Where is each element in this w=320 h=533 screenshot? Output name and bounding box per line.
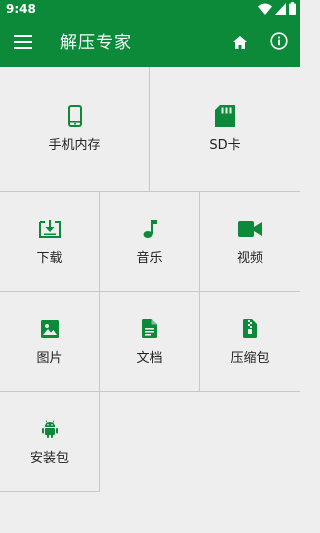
wifi-icon [258, 0, 272, 19]
sd-card-icon [215, 104, 235, 128]
home-icon [233, 34, 247, 53]
video-camera-icon [238, 217, 262, 241]
category-music[interactable]: 音乐 [100, 192, 200, 292]
signal-icon [275, 0, 286, 19]
zip-archive-icon [243, 317, 257, 341]
battery-icon [289, 0, 296, 19]
document-icon [142, 317, 157, 341]
category-label: 音乐 [136, 250, 163, 266]
status-bar: 9:48 [0, 0, 300, 19]
menu-icon [14, 34, 32, 53]
category-label: 安装包 [29, 450, 69, 466]
category-label: 文档 [136, 350, 163, 366]
status-icons [258, 0, 296, 19]
category-download[interactable]: 下载 [0, 192, 100, 292]
category-label: 压缩包 [230, 350, 270, 366]
status-time: 9:48 [6, 2, 36, 16]
android-icon [41, 417, 58, 441]
image-icon [40, 317, 59, 341]
category-archives[interactable]: 压缩包 [200, 292, 300, 392]
category-sd-card[interactable]: SD卡 [150, 67, 300, 192]
info-icon [270, 32, 288, 54]
phone-icon [67, 104, 82, 128]
category-phone-storage[interactable]: 手机内存 [0, 67, 150, 192]
category-images[interactable]: 图片 [0, 292, 100, 392]
category-label: SD卡 [209, 138, 241, 153]
app-bar: 解压专家 [0, 19, 300, 67]
category-label: 下载 [36, 250, 63, 266]
download-icon [38, 217, 61, 241]
category-label: 视频 [236, 250, 263, 266]
category-label: 图片 [36, 350, 63, 366]
category-apk[interactable]: 安装包 [0, 392, 100, 492]
category-label: 手机内存 [48, 138, 101, 153]
home-button[interactable] [229, 32, 251, 54]
menu-button[interactable] [11, 32, 35, 54]
category-documents[interactable]: 文档 [100, 292, 200, 392]
info-button[interactable] [268, 32, 290, 54]
category-video[interactable]: 视频 [200, 192, 300, 292]
music-note-icon [142, 217, 158, 241]
app-title: 解压专家 [60, 33, 132, 53]
